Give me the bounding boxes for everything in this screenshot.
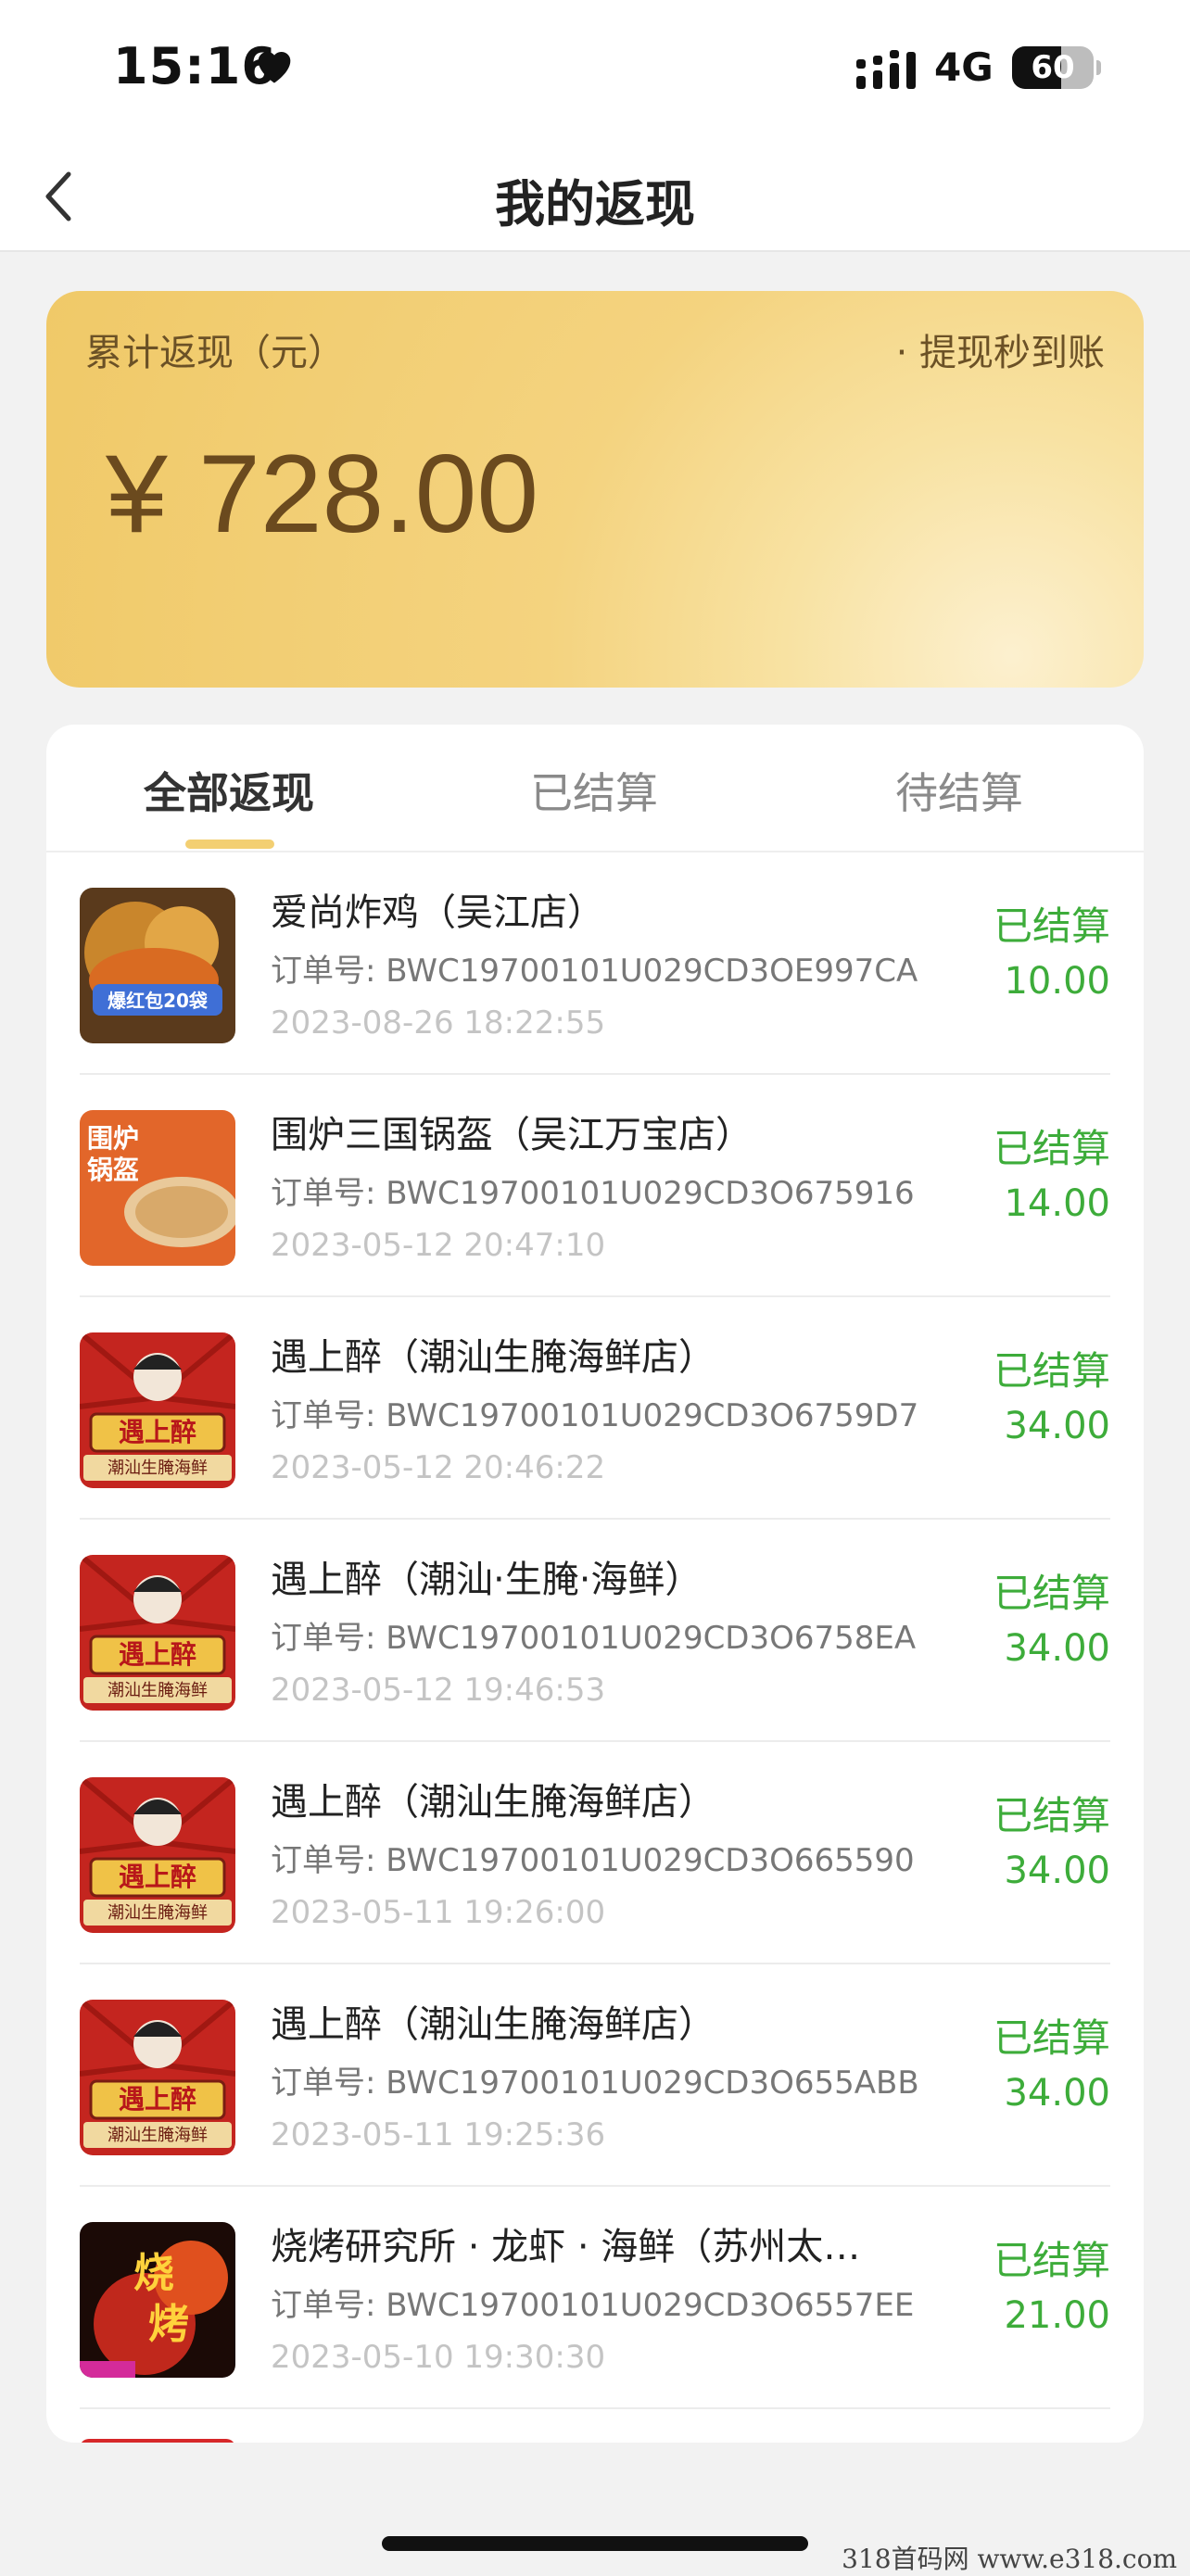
tab-all-cashback[interactable]: 全部返现 [46, 760, 411, 821]
settlement-status: 已结算 [993, 903, 1110, 949]
store-name: 遇上醉（潮汕生腌海鲜店） [271, 1336, 715, 1379]
order-row[interactable]: 烧 烤 烧烤研究所 · 龙虾 · 海鲜（苏州太… 订单号: BWC1970010… [80, 2187, 1110, 2409]
next-order-thumbnail-partial [80, 2439, 235, 2443]
settlement-status: 已结算 [993, 2238, 1110, 2283]
store-name: 烧烤研究所 · 龙虾 · 海鲜（苏州太… [271, 2226, 861, 2268]
svg-text:烧: 烧 [133, 2250, 174, 2297]
signal-icon [856, 50, 916, 89]
total-cashback-amount: ¥ 728.00 [106, 432, 539, 556]
store-thumbnail: 围炉 锅盔 [80, 1110, 235, 1266]
order-time: 2023-08-26 18:22:55 [271, 1004, 606, 1042]
summary-label: 累计返现（元） [85, 332, 345, 374]
cashback-summary-card: 累计返现（元） · 提现秒到账 ¥ 728.00 [46, 291, 1144, 688]
settlement-status: 已结算 [993, 1348, 1110, 1394]
store-name: 围炉三国锅盔（吴江万宝店） [271, 1114, 753, 1156]
svg-text:围炉: 围炉 [87, 1123, 139, 1154]
store-thumbnail: 遇上醉 潮汕生腌海鲜 [80, 1777, 235, 1933]
order-time: 2023-05-11 19:26:00 [271, 1894, 606, 1931]
store-name: 遇上醉（潮汕·生腌·海鲜） [271, 1559, 703, 1601]
settlement-status: 已结算 [993, 2015, 1110, 2061]
order-number: 订单号: BWC19700101U029CD3O655ABB [271, 2065, 919, 2102]
svg-text:潮汕生腌海鲜: 潮汕生腌海鲜 [108, 1681, 208, 1700]
order-number: 订单号: BWC19700101U029CD3OE997CA [271, 953, 918, 990]
svg-text:遇上醉: 遇上醉 [119, 2084, 196, 2115]
order-row[interactable]: 围炉 锅盔 围炉三国锅盔（吴江万宝店） 订单号: BWC19700101U029… [80, 1075, 1110, 1297]
battery-icon: 60 [1012, 46, 1101, 89]
svg-text:潮汕生腌海鲜: 潮汕生腌海鲜 [108, 2126, 208, 2145]
status-bar: 15:16 4G 60 [0, 0, 1190, 139]
tab-settled[interactable]: 已结算 [411, 760, 777, 821]
order-time: 2023-05-12 20:47:10 [271, 1227, 606, 1264]
store-thumbnail: 遇上醉 潮汕生腌海鲜 [80, 1555, 235, 1711]
order-row[interactable]: 遇上醉 潮汕生腌海鲜 遇上醉（潮汕生腌海鲜店） 订单号: BWC19700101… [80, 1742, 1110, 1964]
order-row[interactable]: 遇上醉 潮汕生腌海鲜 遇上醉（潮汕·生腌·海鲜） 订单号: BWC1970010… [80, 1520, 1110, 1742]
store-thumbnail: 烧 烤 [80, 2222, 235, 2378]
order-number: 订单号: BWC19700101U029CD3O6758EA [271, 1620, 917, 1657]
store-name: 遇上醉（潮汕生腌海鲜店） [271, 1781, 715, 1824]
order-time: 2023-05-12 19:46:53 [271, 1672, 606, 1709]
order-list: 爆红包20袋 爱尚炸鸡（吴江店） 订单号: BWC19700101U029CD3… [46, 852, 1144, 2409]
cashback-list-card: 全部返现 已结算 待结算 爆红包20袋 爱尚炸鸡（吴江店） 订单号: BWC19… [46, 725, 1144, 2443]
order-row[interactable]: 遇上醉 潮汕生腌海鲜 遇上醉（潮汕生腌海鲜店） 订单号: BWC19700101… [80, 1964, 1110, 2187]
battery-level: 60 [1031, 49, 1075, 86]
watermark-text: 318首码网 www.e318.com [842, 2544, 1177, 2574]
active-tab-indicator [185, 840, 274, 849]
settlement-status: 已结算 [993, 1126, 1110, 1171]
store-thumbnail: 遇上醉 潮汕生腌海鲜 [80, 1332, 235, 1488]
svg-text:锅盔: 锅盔 [87, 1155, 139, 1185]
order-row[interactable]: 爆红包20袋 爱尚炸鸡（吴江店） 订单号: BWC19700101U029CD3… [80, 852, 1110, 1075]
order-time: 2023-05-11 19:25:36 [271, 2116, 606, 2153]
order-number: 订单号: BWC19700101U029CD3O6557EE [271, 2287, 915, 2324]
home-indicator [382, 2536, 808, 2551]
order-number: 订单号: BWC19700101U029CD3O675916 [271, 1175, 915, 1212]
svg-text:爆红包20袋: 爆红包20袋 [108, 990, 209, 1012]
order-row[interactable]: 遇上醉 潮汕生腌海鲜 遇上醉（潮汕生腌海鲜店） 订单号: BWC19700101… [80, 1297, 1110, 1520]
order-number: 订单号: BWC19700101U029CD3O6759D7 [271, 1397, 919, 1434]
cashback-amount: 14.00 [1004, 1182, 1110, 1225]
cashback-amount: 34.00 [1004, 1850, 1110, 1892]
store-thumbnail: 爆红包20袋 [80, 888, 235, 1043]
withdraw-note[interactable]: · 提现秒到账 [896, 322, 1105, 376]
svg-text:潮汕生腌海鲜: 潮汕生腌海鲜 [108, 1458, 208, 1478]
settlement-status: 已结算 [993, 1793, 1110, 1838]
settlement-status: 已结算 [993, 1571, 1110, 1616]
store-name: 遇上醉（潮汕生腌海鲜店） [271, 2003, 715, 2046]
order-number: 订单号: BWC19700101U029CD3O665590 [271, 1842, 915, 1879]
cashback-amount: 21.00 [1004, 2294, 1110, 2337]
cashback-amount: 34.00 [1004, 1627, 1110, 1670]
network-type: 4G [934, 44, 994, 90]
svg-text:烤: 烤 [148, 2301, 189, 2348]
store-name: 爱尚炸鸡（吴江店） [271, 891, 604, 934]
cashback-amount: 34.00 [1004, 2072, 1110, 2115]
tab-pending[interactable]: 待结算 [777, 760, 1142, 821]
heart-icon [258, 51, 291, 83]
svg-text:遇上醉: 遇上醉 [119, 1639, 196, 1670]
order-time: 2023-05-12 20:46:22 [271, 1449, 606, 1486]
svg-text:潮汕生腌海鲜: 潮汕生腌海鲜 [108, 1903, 208, 1923]
nav-bar: 我的返现 [0, 139, 1190, 252]
cashback-amount: 34.00 [1004, 1405, 1110, 1447]
order-time: 2023-05-10 19:30:30 [271, 2339, 606, 2376]
tab-bar: 全部返现 已结算 待结算 [46, 725, 1144, 852]
svg-text:遇上醉: 遇上醉 [119, 1417, 196, 1447]
svg-text:遇上醉: 遇上醉 [119, 1862, 196, 1892]
store-thumbnail: 遇上醉 潮汕生腌海鲜 [80, 2000, 235, 2155]
cashback-amount: 10.00 [1004, 960, 1110, 1003]
page-title: 我的返现 [495, 175, 695, 234]
